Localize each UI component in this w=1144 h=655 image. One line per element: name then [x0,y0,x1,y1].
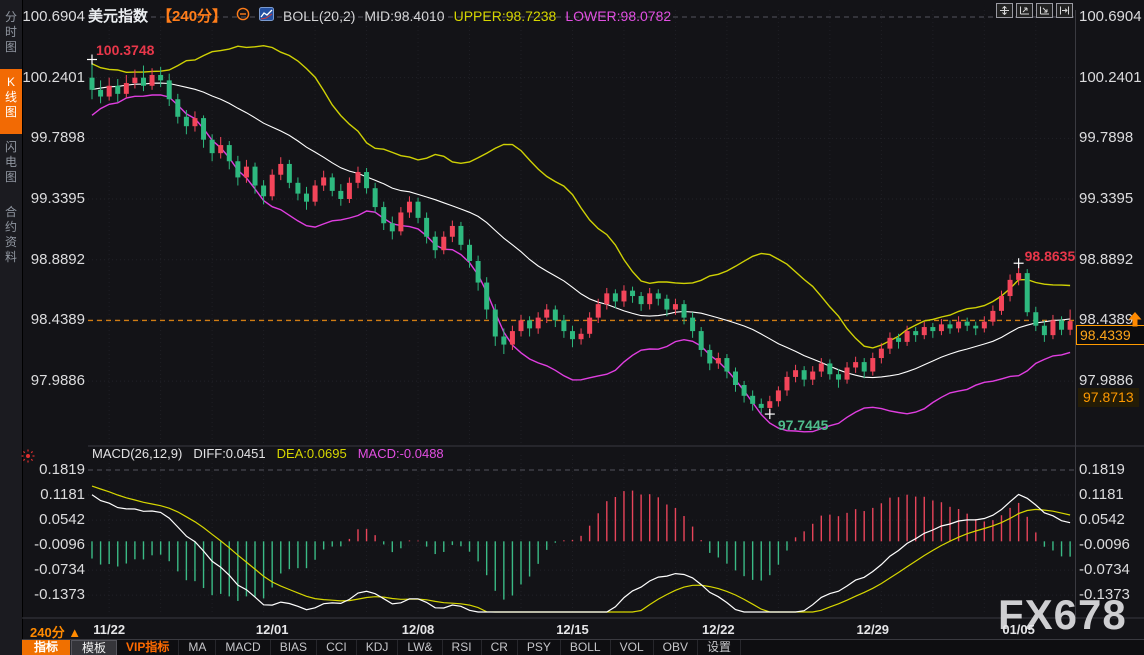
circle-minus-icon[interactable] [236,7,250,24]
date-label: 01/05 [1002,622,1035,637]
pan-crosshair-icon[interactable] [996,3,1013,18]
toolbar-button-OBV[interactable]: OBV [654,640,698,655]
price-axis-label: 98.8892 [0,252,85,268]
price-axis-label: 100.2401 [0,70,85,86]
boll-label: BOLL(20,2) [283,8,355,24]
mini-chart-icon[interactable] [259,7,274,24]
toolbar-button-CR[interactable]: CR [482,640,518,655]
macd-axis-label: 0.1819 [1079,462,1143,478]
toolbar-button-指标[interactable]: 指标 [22,640,71,655]
macd-axis-label: 0.1819 [0,462,85,478]
chart-canvas[interactable] [0,0,1144,655]
macd-axis-label: 0.1181 [1079,487,1143,503]
price-axis-label: 99.3395 [0,191,85,207]
macd-axis-label: 0.0542 [1079,512,1143,528]
swing-high-annotation: 100.3748 [96,42,154,58]
pane-collapse-icon[interactable] [1056,3,1073,18]
price-axis-label: 97.9886 [1079,373,1143,389]
chart-header: 美元指数 【240分】 BOLL(20,2) MID:98.4010 UPPER… [88,5,671,26]
reference-price-box: 97.8713 [1078,388,1139,407]
axis-zoom-right-icon[interactable] [1036,3,1053,18]
macd-axis-label: -0.0734 [1079,562,1143,578]
toolbar-button-PSY[interactable]: PSY [518,640,561,655]
toolbar-button-KDJ[interactable]: KDJ [357,640,399,655]
boll-lower-value: LOWER:98.0782 [565,8,671,24]
toolbar-button-VIP指标[interactable]: VIP指标 [117,640,179,655]
date-label: 11/22 [93,622,125,637]
macd-axis-label: 0.0542 [0,512,85,528]
price-axis-label: 98.8892 [1079,252,1143,268]
price-axis-label: 100.2401 [1079,70,1143,86]
price-axis-label: 100.6904 [0,9,85,25]
price-line-arrow-icon [1127,311,1143,333]
boll-mid-value: MID:98.4010 [364,8,444,24]
macd-dea-value: DEA:0.0695 [277,446,347,461]
date-label: 12/22 [702,622,735,637]
symbol-name: 美元指数 [88,5,148,26]
axis-zoom-left-icon[interactable] [1016,3,1033,18]
price-axis-label: 99.7898 [0,130,85,146]
date-label: 12/29 [856,622,889,637]
price-axis-label: 99.7898 [1079,130,1143,146]
price-axis-label: 97.9886 [0,373,85,389]
macd-axis-label: -0.0734 [0,562,85,578]
boll-upper-value: UPPER:98.7238 [454,8,557,24]
toolbar-button-设置[interactable]: 设置 [698,640,741,655]
toolbar-button-CCI[interactable]: CCI [317,640,357,655]
macd-axis-label: -0.0096 [1079,537,1143,553]
toolbar-button-MACD[interactable]: MACD [216,640,270,655]
macd-hist-value: MACD:-0.0488 [358,446,444,461]
chart-layout-controls [996,3,1073,18]
recent-high-annotation: 98.8635 [1025,248,1076,264]
macd-diff-value: DIFF:0.0451 [193,446,265,461]
price-axis-label: 99.3395 [1079,191,1143,207]
price-axis-label: 98.4389 [0,312,85,328]
toolbar-button-RSI[interactable]: RSI [443,640,482,655]
time-axis: 240分 ▲ 11/2212/0112/0812/1512/2212/2901/… [0,619,1144,639]
macd-settings-sun-icon[interactable] [21,449,35,468]
toolbar-button-LW&[interactable]: LW& [398,640,442,655]
macd-axis-label: 0.1181 [0,487,85,503]
macd-axis-label: -0.1373 [0,587,85,603]
toolbar-button-BIAS[interactable]: BIAS [271,640,317,655]
chart-app-window: 分时图K线图闪电图合约资料 美元指数 【240分】 BOLL(20,2) MID… [0,0,1144,655]
macd-axis-label: -0.0096 [0,537,85,553]
toolbar-button-模板[interactable]: 模板 [71,640,117,655]
price-axis-label: 100.6904 [1079,9,1143,25]
date-label: 12/15 [556,622,589,637]
toolbar-button-MA[interactable]: MA [179,640,216,655]
macd-title: MACD(26,12,9) [92,446,182,461]
macd-header: MACD(26,12,9) DIFF:0.0451 DEA:0.0695 MAC… [92,446,444,461]
toolbar-button-VOL[interactable]: VOL [611,640,654,655]
indicator-toolbar: 指标模板VIP指标MAMACDBIASCCIKDJLW&RSICRPSYBOLL… [22,639,1144,655]
toolbar-button-BOLL[interactable]: BOLL [561,640,611,655]
date-label: 12/01 [256,622,289,637]
swing-low-annotation: 97.7445 [778,417,829,433]
date-label: 12/08 [402,622,435,637]
period-tag[interactable]: 【240分】 [157,5,227,26]
